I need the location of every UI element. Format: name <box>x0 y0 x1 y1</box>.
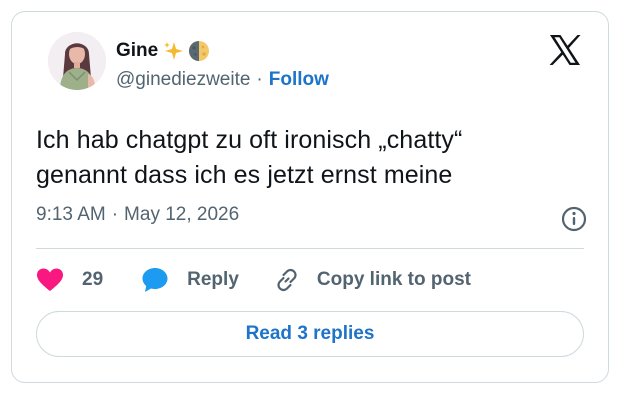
heart-icon <box>36 267 64 293</box>
tweet-text: Ich hab chatgpt zu oft ironisch „chatty“… <box>36 123 596 193</box>
reply-button[interactable]: Reply <box>141 266 239 294</box>
info-icon[interactable] <box>560 205 588 233</box>
like-count: 29 <box>82 269 104 290</box>
half-moon-icon <box>188 40 210 62</box>
like-button[interactable]: 29 <box>36 267 103 293</box>
tweet-embed-card: Gine @ginediezweite · Follow Ich hab cha… <box>11 11 609 383</box>
author-display-name[interactable]: Gine <box>116 40 158 62</box>
avatar[interactable] <box>48 32 106 90</box>
author-handle-row: @ginediezweite · Follow <box>116 69 329 91</box>
tweet-text-line: genannt dass ich es jetzt ernst meine <box>36 161 453 189</box>
divider <box>36 248 584 249</box>
handle-separator: · <box>256 69 263 90</box>
reply-label: Reply <box>187 269 239 290</box>
tweet-timestamp-row[interactable]: 9:13 AM · May 12, 2026 <box>36 204 239 226</box>
x-logo-icon[interactable] <box>548 34 582 66</box>
reply-bubble-icon <box>141 266 169 294</box>
copy-link-button[interactable]: Copy link to post <box>273 266 471 294</box>
follow-button[interactable]: Follow <box>269 69 329 91</box>
timestamp-separator: · <box>111 204 119 225</box>
tweet-time: 9:13 AM <box>36 204 106 225</box>
author-handle[interactable]: @ginediezweite <box>116 69 250 91</box>
sparkles-icon <box>162 40 184 62</box>
tweet-date: May 12, 2026 <box>124 204 240 225</box>
tweet-actions: 29 Reply Copy link to post <box>36 262 471 298</box>
link-icon <box>273 266 301 294</box>
read-replies-button[interactable]: Read 3 replies <box>36 311 584 357</box>
copy-link-label: Copy link to post <box>316 269 471 290</box>
author-name-row: Gine <box>116 38 210 64</box>
tweet-text-line: Ich hab chatgpt zu oft ironisch „chatty“ <box>36 126 463 154</box>
